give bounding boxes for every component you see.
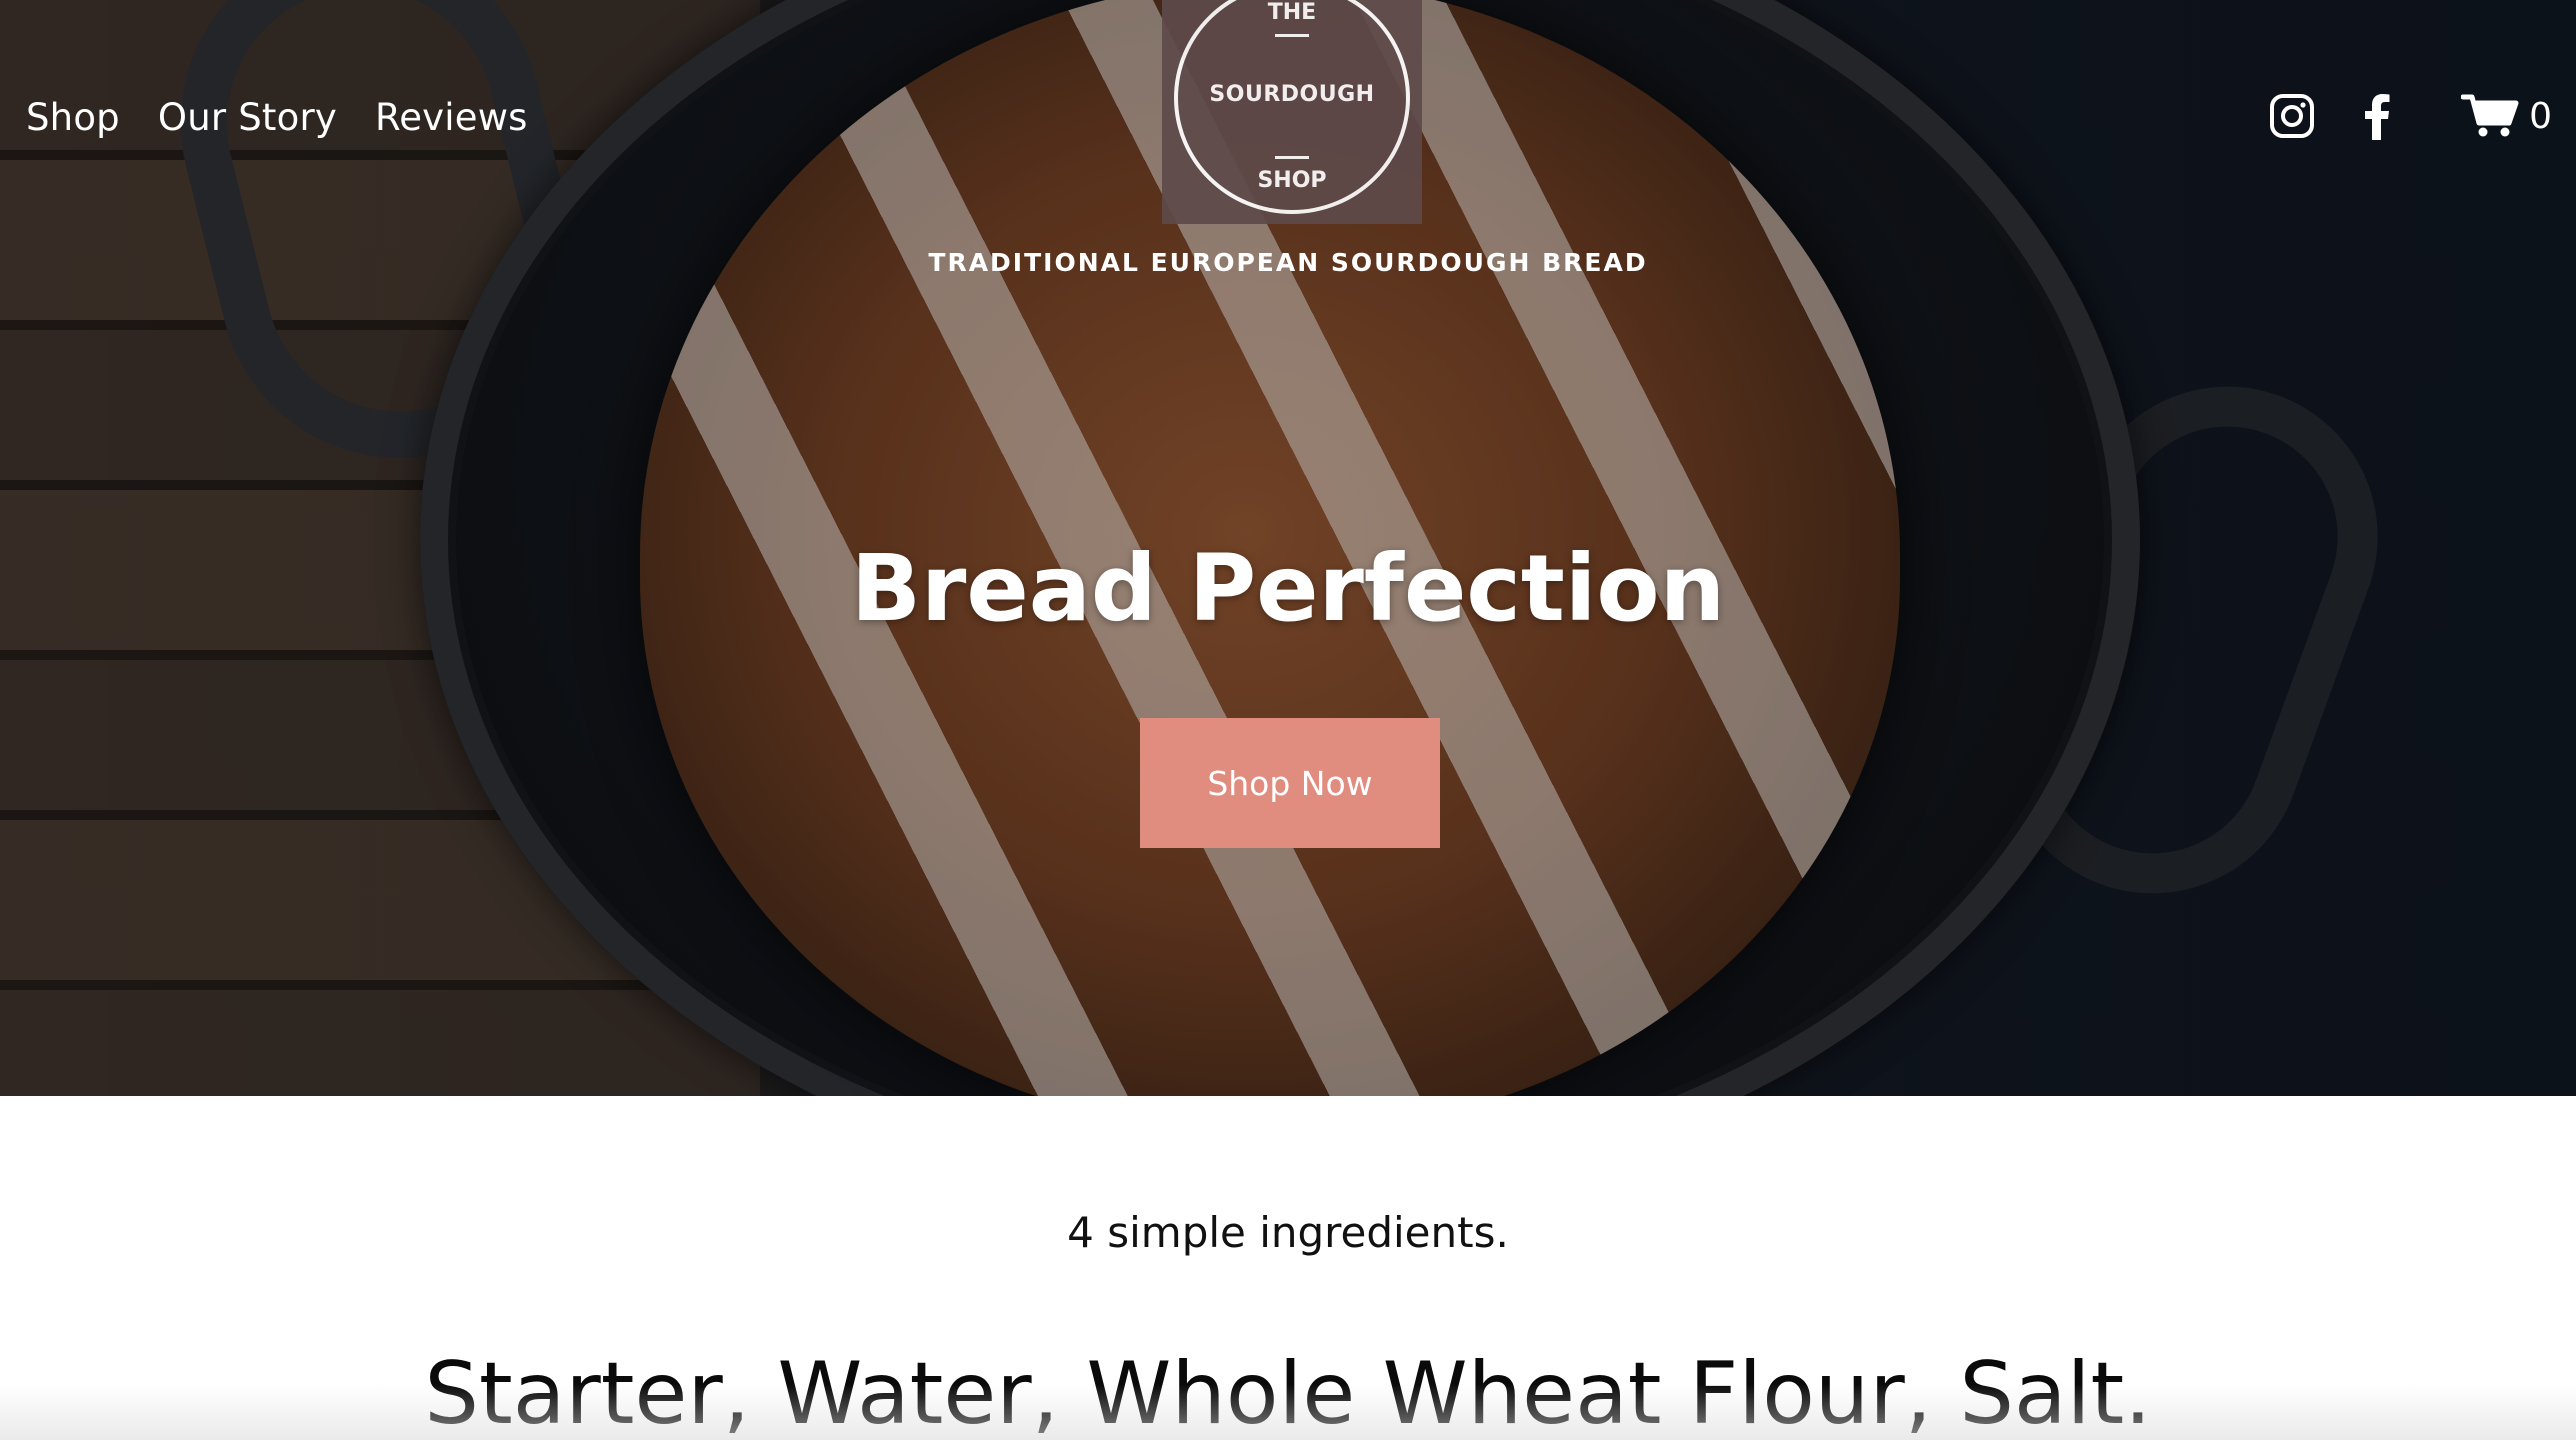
site-tagline: TRADITIONAL EUROPEAN SOURDOUGH BREAD [928,248,1648,277]
ingredients-subheading: 4 simple ingredients. [1067,1208,1509,1257]
hero-section: Shop Our Story Reviews THE SOURDOUGH SHO… [0,0,2576,1096]
logo-line-shop: SHOP [1257,168,1327,193]
nav-link-shop[interactable]: Shop [26,96,120,139]
site-logo[interactable]: THE SOURDOUGH SHOP [1162,0,1422,224]
ingredients-section: 4 simple ingredients. Starter, Water, Wh… [0,1096,2576,1444]
nav-link-reviews[interactable]: Reviews [375,96,528,139]
shop-now-button[interactable]: Shop Now [1140,718,1440,848]
cart-count: 0 [2529,95,2552,137]
cart-button[interactable]: 0 [2461,93,2552,139]
ingredients-list: Starter, Water, Whole Wheat Flour, Salt. [424,1344,2152,1444]
main-nav: Shop Our Story Reviews [26,96,528,139]
cart-icon [2461,94,2519,137]
hero-title: Bread Perfection [850,535,1726,642]
facebook-icon[interactable] [2363,92,2391,140]
logo-line-the: THE [1267,0,1317,25]
nav-link-our-story[interactable]: Our Story [158,96,337,139]
instagram-icon[interactable] [2269,93,2315,139]
logo-line-sourdough: SOURDOUGH [1209,82,1375,107]
header-actions: 0 [2269,92,2552,140]
